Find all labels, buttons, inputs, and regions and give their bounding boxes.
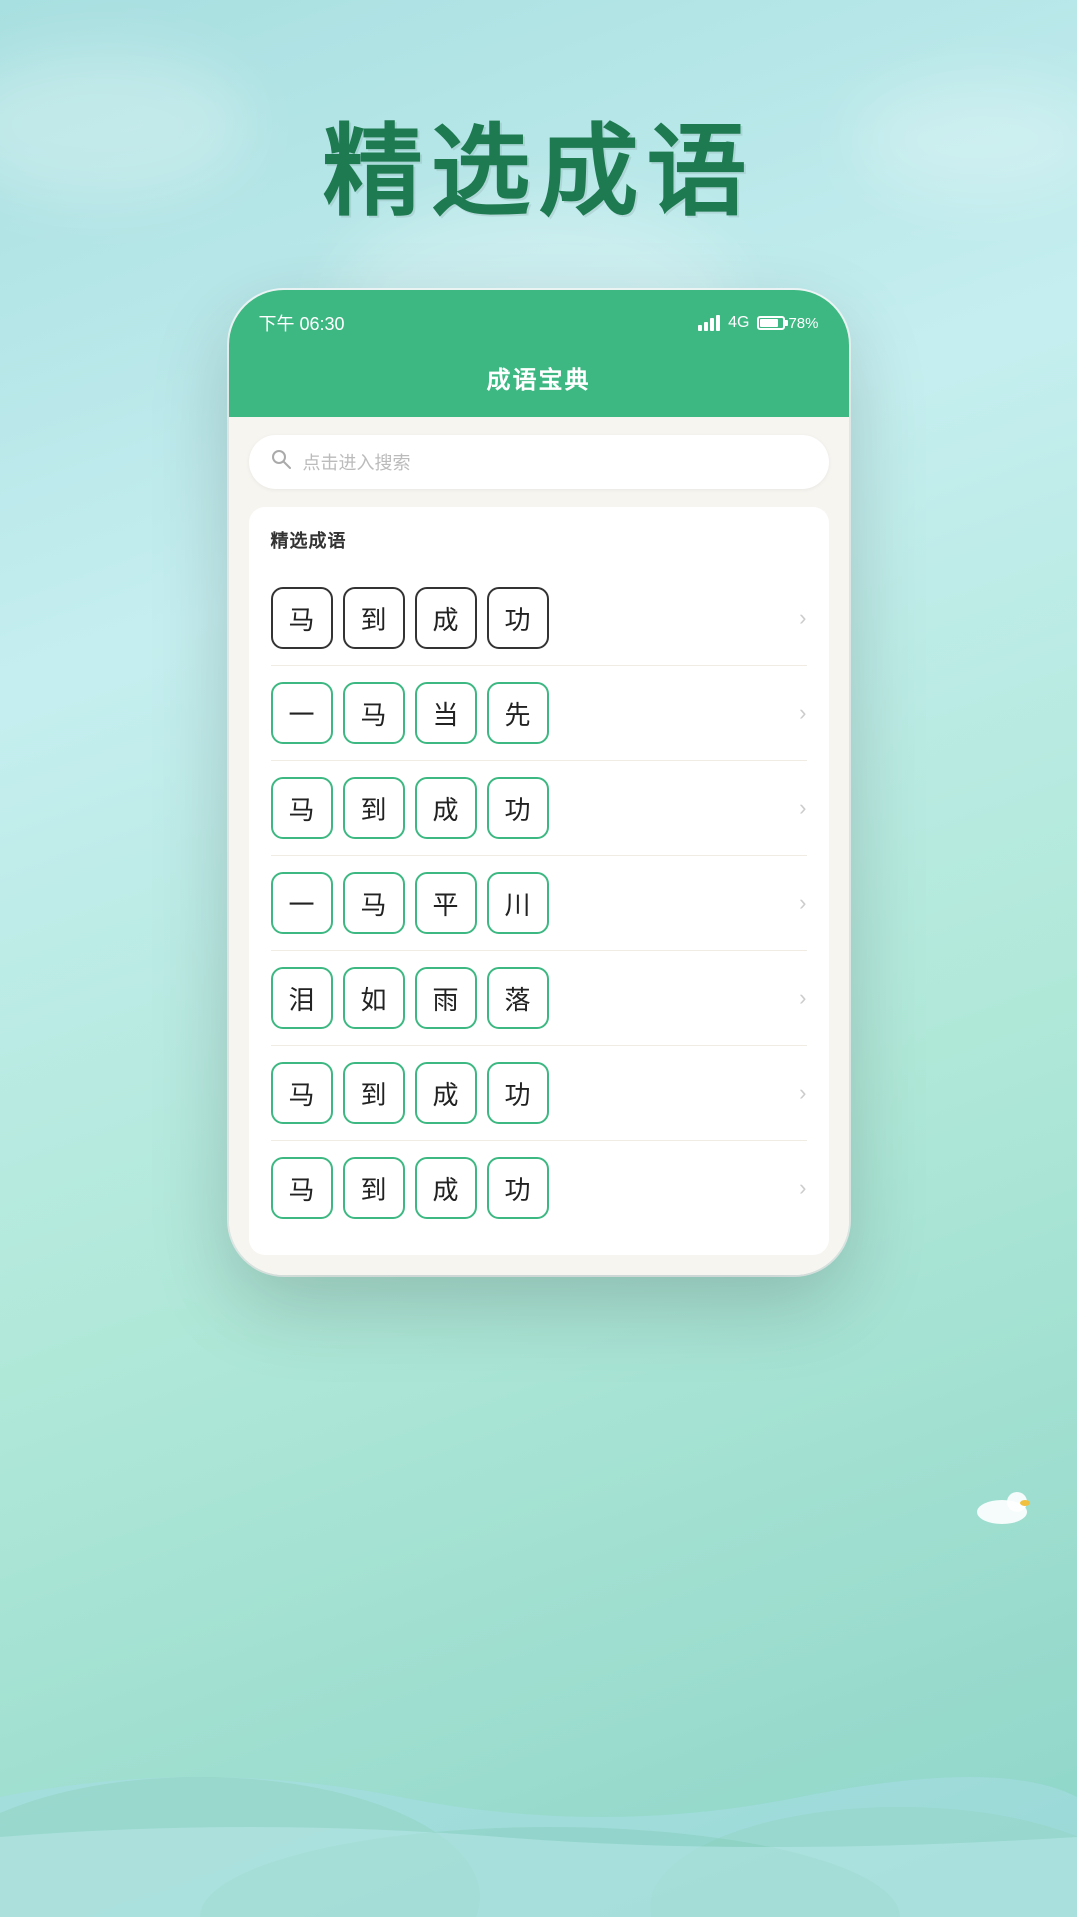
battery-percent: 78% bbox=[788, 315, 818, 332]
char-box: 当 bbox=[415, 682, 477, 744]
section-title: 精选成语 bbox=[271, 527, 807, 553]
char-box: 一 bbox=[271, 872, 333, 934]
big-title: 精选成语 bbox=[0, 90, 1077, 235]
idiom-chars-4: 泪 如 雨 落 bbox=[271, 967, 790, 1029]
network-type: 4G bbox=[728, 314, 749, 332]
char-box: 功 bbox=[487, 587, 549, 649]
chevron-icon: › bbox=[799, 985, 806, 1011]
section-card: 精选成语 马 到 成 功 › 一 马 当 先 bbox=[249, 507, 829, 1255]
idiom-row-1[interactable]: 一 马 当 先 › bbox=[271, 666, 807, 761]
char-box: 马 bbox=[271, 777, 333, 839]
char-box: 马 bbox=[271, 587, 333, 649]
char-box: 川 bbox=[487, 872, 549, 934]
char-box: 马 bbox=[343, 682, 405, 744]
signal-icon bbox=[698, 315, 720, 331]
status-icons: 4G 78% bbox=[698, 314, 818, 332]
char-box: 平 bbox=[415, 872, 477, 934]
idiom-row-0[interactable]: 马 到 成 功 › bbox=[271, 571, 807, 666]
idiom-chars-3: 一 马 平 川 bbox=[271, 872, 790, 934]
char-box: 成 bbox=[415, 1062, 477, 1124]
char-box: 马 bbox=[271, 1062, 333, 1124]
phone-frame: 下午 06:30 4G 78% 成语宝典 bbox=[229, 290, 849, 1275]
char-box: 马 bbox=[343, 872, 405, 934]
char-box: 泪 bbox=[271, 967, 333, 1029]
char-box: 到 bbox=[343, 1157, 405, 1219]
char-box: 马 bbox=[271, 1157, 333, 1219]
main-content: 精选成语 马 到 成 功 › 一 马 当 先 bbox=[229, 507, 849, 1275]
idiom-chars-0: 马 到 成 功 bbox=[271, 587, 790, 649]
duck-decoration bbox=[967, 1477, 1037, 1527]
search-area: 点击进入搜索 bbox=[229, 417, 849, 507]
idiom-chars-5: 马 到 成 功 bbox=[271, 1062, 790, 1124]
char-box: 到 bbox=[343, 1062, 405, 1124]
chevron-icon: › bbox=[799, 1175, 806, 1201]
idiom-chars-6: 马 到 成 功 bbox=[271, 1157, 790, 1219]
idiom-row-4[interactable]: 泪 如 雨 落 › bbox=[271, 951, 807, 1046]
idiom-row-5[interactable]: 马 到 成 功 › bbox=[271, 1046, 807, 1141]
phone-mockup: 下午 06:30 4G 78% 成语宝典 bbox=[229, 290, 849, 1275]
char-box: 雨 bbox=[415, 967, 477, 1029]
char-box: 成 bbox=[415, 777, 477, 839]
char-box: 功 bbox=[487, 1157, 549, 1219]
idiom-row-3[interactable]: 一 马 平 川 › bbox=[271, 856, 807, 951]
app-header: 成语宝典 bbox=[229, 342, 849, 417]
char-box: 如 bbox=[343, 967, 405, 1029]
chevron-icon: › bbox=[799, 1080, 806, 1106]
char-box: 成 bbox=[415, 587, 477, 649]
chevron-icon: › bbox=[799, 890, 806, 916]
status-time: 下午 06:30 bbox=[259, 310, 345, 336]
search-icon bbox=[271, 449, 291, 475]
search-placeholder: 点击进入搜索 bbox=[303, 449, 411, 475]
char-box: 到 bbox=[343, 587, 405, 649]
app-title: 成语宝典 bbox=[487, 367, 591, 394]
chevron-icon: › bbox=[799, 605, 806, 631]
idiom-chars-2: 马 到 成 功 bbox=[271, 777, 790, 839]
char-box: 功 bbox=[487, 1062, 549, 1124]
char-box: 到 bbox=[343, 777, 405, 839]
char-box: 先 bbox=[487, 682, 549, 744]
idiom-chars-1: 一 马 当 先 bbox=[271, 682, 790, 744]
chevron-icon: › bbox=[799, 795, 806, 821]
char-box: 成 bbox=[415, 1157, 477, 1219]
search-bar[interactable]: 点击进入搜索 bbox=[249, 435, 829, 489]
char-box: 一 bbox=[271, 682, 333, 744]
char-box: 落 bbox=[487, 967, 549, 1029]
idiom-row-6[interactable]: 马 到 成 功 › bbox=[271, 1141, 807, 1235]
landscape-svg bbox=[0, 1417, 1077, 1917]
battery-icon: 78% bbox=[757, 315, 818, 332]
status-bar: 下午 06:30 4G 78% bbox=[229, 290, 849, 342]
char-box: 功 bbox=[487, 777, 549, 839]
chevron-icon: › bbox=[799, 700, 806, 726]
idiom-row-2[interactable]: 马 到 成 功 › bbox=[271, 761, 807, 856]
